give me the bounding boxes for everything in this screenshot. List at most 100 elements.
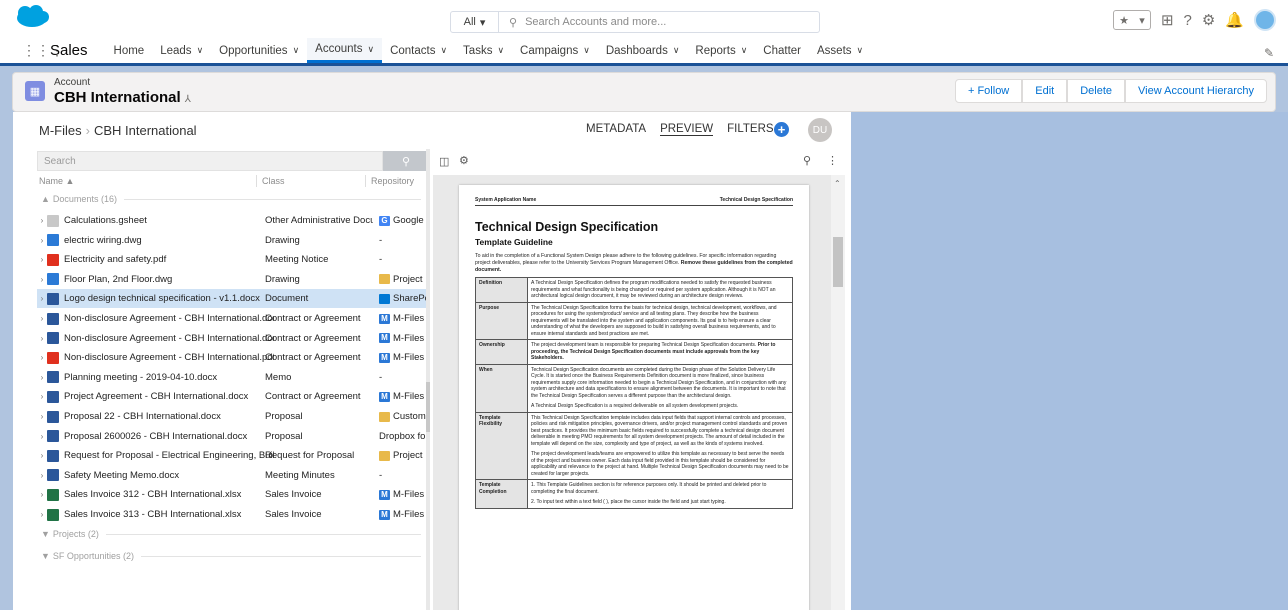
expand-chevron-icon[interactable]: › [37,236,47,245]
expand-chevron-icon[interactable]: › [37,334,47,343]
table-row[interactable]: › Proposal 22 - CBH International.docx Pro… [37,407,429,426]
table-row[interactable]: › Proposal 2600026 - CBH International.do… [37,427,429,446]
edit-nav-pencil-icon[interactable]: ✎ [1264,46,1274,60]
pane-splitter[interactable] [426,149,430,610]
table-row[interactable]: › Non-disclosure Agreement - CBH Internat… [37,309,429,328]
table-row[interactable]: › Logo design technical specification - v… [37,289,429,309]
document-viewer[interactable]: System Application Name Technical Design… [433,175,845,610]
chevron-down-icon[interactable]: ∨ [440,45,447,56]
nav-item-label: Leads [160,44,192,57]
tab-filters[interactable]: FILTERS [727,123,773,136]
expand-chevron-icon[interactable]: › [37,353,47,362]
chevron-down-icon[interactable]: ∨ [583,45,590,56]
nav-item-assets[interactable]: Assets ∨ [809,38,871,63]
favorites-button[interactable]: ★ ▾ [1112,10,1151,30]
nav-item-opportunities[interactable]: Opportunities ∨ [211,38,307,63]
chevron-down-icon[interactable]: ∨ [197,45,204,56]
table-row[interactable]: › Planning meeting - 2019-04-10.docx Memo - [37,368,429,387]
table-row[interactable]: › Project Agreement - CBH International.d… [37,387,429,406]
expand-chevron-icon[interactable]: › [37,314,47,323]
edit-button[interactable]: Edit [1022,79,1068,103]
splitter-handle[interactable] [426,382,430,432]
settings-gear-icon[interactable]: ⚙ [459,154,469,167]
nav-item-leads[interactable]: Leads ∨ [152,38,211,63]
expand-chevron-icon[interactable]: › [37,392,47,401]
table-row[interactable]: › Request for Proposal - Electrical Engin… [37,446,429,465]
more-options-icon[interactable]: ⋮ [827,154,838,167]
search-scope-dropdown[interactable]: All ▾ [451,12,499,32]
user-initials-avatar[interactable]: DU [808,118,832,142]
expand-chevron-icon[interactable]: › [37,510,47,519]
scroll-up-icon[interactable]: ⌃ [834,179,841,188]
nav-item-contacts[interactable]: Contacts ∨ [382,38,455,63]
chevron-down-icon[interactable]: ∨ [367,44,374,55]
expand-chevron-icon[interactable]: › [37,275,47,284]
tab-preview[interactable]: PREVIEW [660,123,714,136]
preview-scrollbar[interactable]: ⌃ [831,175,845,610]
table-row[interactable]: › Non-disclosure Agreement - CBH Internat… [37,348,429,367]
app-launcher-grid-icon[interactable]: ⋮⋮⋮ [22,42,64,59]
setup-gear-icon[interactable]: ⚙ [1202,11,1215,29]
chevron-down-icon[interactable]: ∨ [741,45,748,56]
scrollbar-thumb[interactable] [833,237,843,287]
group-sf-opportunities[interactable]: ▼ SF Opportunities (2) [41,551,421,561]
zoom-search-icon[interactable]: ⚲ [803,154,811,167]
chevron-down-icon[interactable]: ∨ [857,45,864,56]
tab-metadata[interactable]: METADATA [586,123,646,136]
expand-chevron-icon[interactable]: › [37,373,47,382]
table-row[interactable]: › Calculations.gsheet Other Administrative… [37,211,429,230]
expand-chevron-icon[interactable]: › [37,216,47,225]
add-plus-icon[interactable]: + [774,122,789,137]
table-row[interactable]: › electric wiring.dwg Drawing - [37,231,429,250]
file-repository: - [379,470,429,481]
expand-chevron-icon[interactable]: › [37,451,47,460]
global-search-input[interactable]: ⚲ Search Accounts and more... [499,16,819,29]
expand-chevron-icon[interactable]: › [37,471,47,480]
hierarchy-icon[interactable]: ⅄ [185,94,191,105]
column-repository-header[interactable]: Repository [371,176,414,190]
nav-item-campaigns[interactable]: Campaigns ∨ [512,38,598,63]
group-documents[interactable]: ▲ Documents (16) [41,194,421,204]
breadcrumb-root[interactable]: M-Files [39,123,82,138]
table-row[interactable]: › Electricity and safety.pdf Meeting Notic… [37,250,429,269]
sidebar-toggle-icon[interactable]: ◫ [439,155,449,168]
expand-chevron-icon[interactable]: › [37,432,47,441]
table-row[interactable]: › Sales Invoice 312 - CBH International.x… [37,485,429,504]
nav-item-home[interactable]: Home [106,38,153,63]
table-row[interactable]: › Safety Meeting Memo.docx Meeting Minutes… [37,466,429,485]
table-row[interactable]: › Non-disclosure Agreement - CBH Internat… [37,329,429,348]
notifications-bell-icon[interactable]: 🔔 [1225,11,1244,29]
column-divider[interactable] [256,175,257,187]
nav-item-chatter[interactable]: Chatter [755,38,809,63]
group-projects[interactable]: ▼ Projects (2) [41,529,421,539]
list-search-input[interactable]: Search [37,151,383,171]
salesforce-logo-icon[interactable] [14,4,50,30]
expand-chevron-icon[interactable]: › [37,412,47,421]
file-name: Sales Invoice 312 - CBH International.xl… [64,489,242,501]
global-create-icon[interactable]: ⊞ [1161,11,1174,29]
nav-item-reports[interactable]: Reports ∨ [687,38,755,63]
column-class-header[interactable]: Class [262,176,285,190]
nav-item-tasks[interactable]: Tasks ∨ [455,38,512,63]
help-icon[interactable]: ? [1184,12,1192,29]
follow-button[interactable]: + Follow [954,79,1023,103]
column-divider[interactable] [365,175,366,187]
column-name-header[interactable]: Name ▲ [39,176,74,190]
guideline-key: When [475,363,528,413]
table-row[interactable]: › Sales Invoice 313 - CBH International.x… [37,505,429,524]
chevron-down-icon[interactable]: ∨ [497,45,504,56]
table-row[interactable]: › Floor Plan, 2nd Floor.dwg Drawing Project… [37,270,429,289]
nav-item-accounts[interactable]: Accounts ∨ [307,38,383,63]
expand-chevron-icon[interactable]: › [37,490,47,499]
chevron-down-icon[interactable]: ∨ [293,45,300,56]
view-account-hierarchy-button[interactable]: View Account Hierarchy [1125,79,1267,103]
file-class: Sales Invoice [265,489,322,501]
user-avatar[interactable] [1254,9,1276,31]
expand-chevron-icon[interactable]: › [37,255,47,264]
expand-chevron-icon[interactable]: › [37,294,47,303]
nav-item-dashboards[interactable]: Dashboards ∨ [598,38,688,63]
delete-button[interactable]: Delete [1067,79,1126,103]
chevron-down-icon[interactable]: ∨ [673,45,680,56]
chevron-down-icon: ▾ [479,16,486,29]
list-search-button[interactable]: ⚲ [383,151,429,171]
